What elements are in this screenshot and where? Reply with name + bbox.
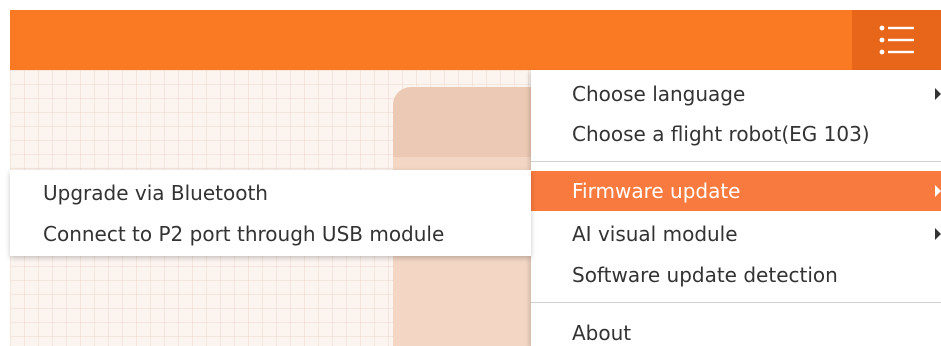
- menu-item-label: Software update detection: [572, 263, 838, 287]
- submenu-arrow-icon: [935, 228, 941, 240]
- menu-separator: [531, 161, 941, 162]
- menu-separator: [531, 302, 941, 303]
- menu-item-label: Choose language: [572, 82, 746, 106]
- app-window: Choose language Choose a flight robot(EG…: [0, 0, 941, 346]
- menu-button[interactable]: [852, 10, 941, 70]
- menu-item-label: About: [572, 321, 632, 345]
- background-panel-header: [393, 87, 553, 157]
- top-bar: [10, 10, 941, 70]
- menu-item-about[interactable]: About: [531, 313, 941, 346]
- submenu-arrow-icon: [935, 185, 941, 197]
- submenu-item-upgrade-via-bluetooth[interactable]: Upgrade via Bluetooth: [10, 173, 531, 213]
- menu-item-label: Choose a flight robot(EG 103): [572, 122, 870, 146]
- menu-item-software-update-detection[interactable]: Software update detection: [531, 255, 941, 295]
- menu-item-firmware-update[interactable]: Firmware update: [531, 171, 941, 211]
- hamburger-list-icon: [879, 25, 914, 55]
- menu-item-choose-flight-robot[interactable]: Choose a flight robot(EG 103): [531, 114, 941, 154]
- submenu-item-label: Connect to P2 port through USB module: [43, 222, 445, 246]
- submenu-arrow-icon: [935, 88, 941, 100]
- main-dropdown-menu: Choose language Choose a flight robot(EG…: [531, 70, 941, 346]
- menu-item-ai-visual-module[interactable]: AI visual module: [531, 214, 941, 254]
- menu-item-choose-language[interactable]: Choose language: [531, 74, 941, 114]
- submenu-item-label: Upgrade via Bluetooth: [43, 181, 268, 205]
- menu-item-label: AI visual module: [572, 222, 738, 246]
- submenu-item-connect-p2-usb[interactable]: Connect to P2 port through USB module: [10, 214, 531, 254]
- firmware-update-submenu: Upgrade via Bluetooth Connect to P2 port…: [10, 170, 531, 256]
- menu-item-label: Firmware update: [572, 179, 741, 203]
